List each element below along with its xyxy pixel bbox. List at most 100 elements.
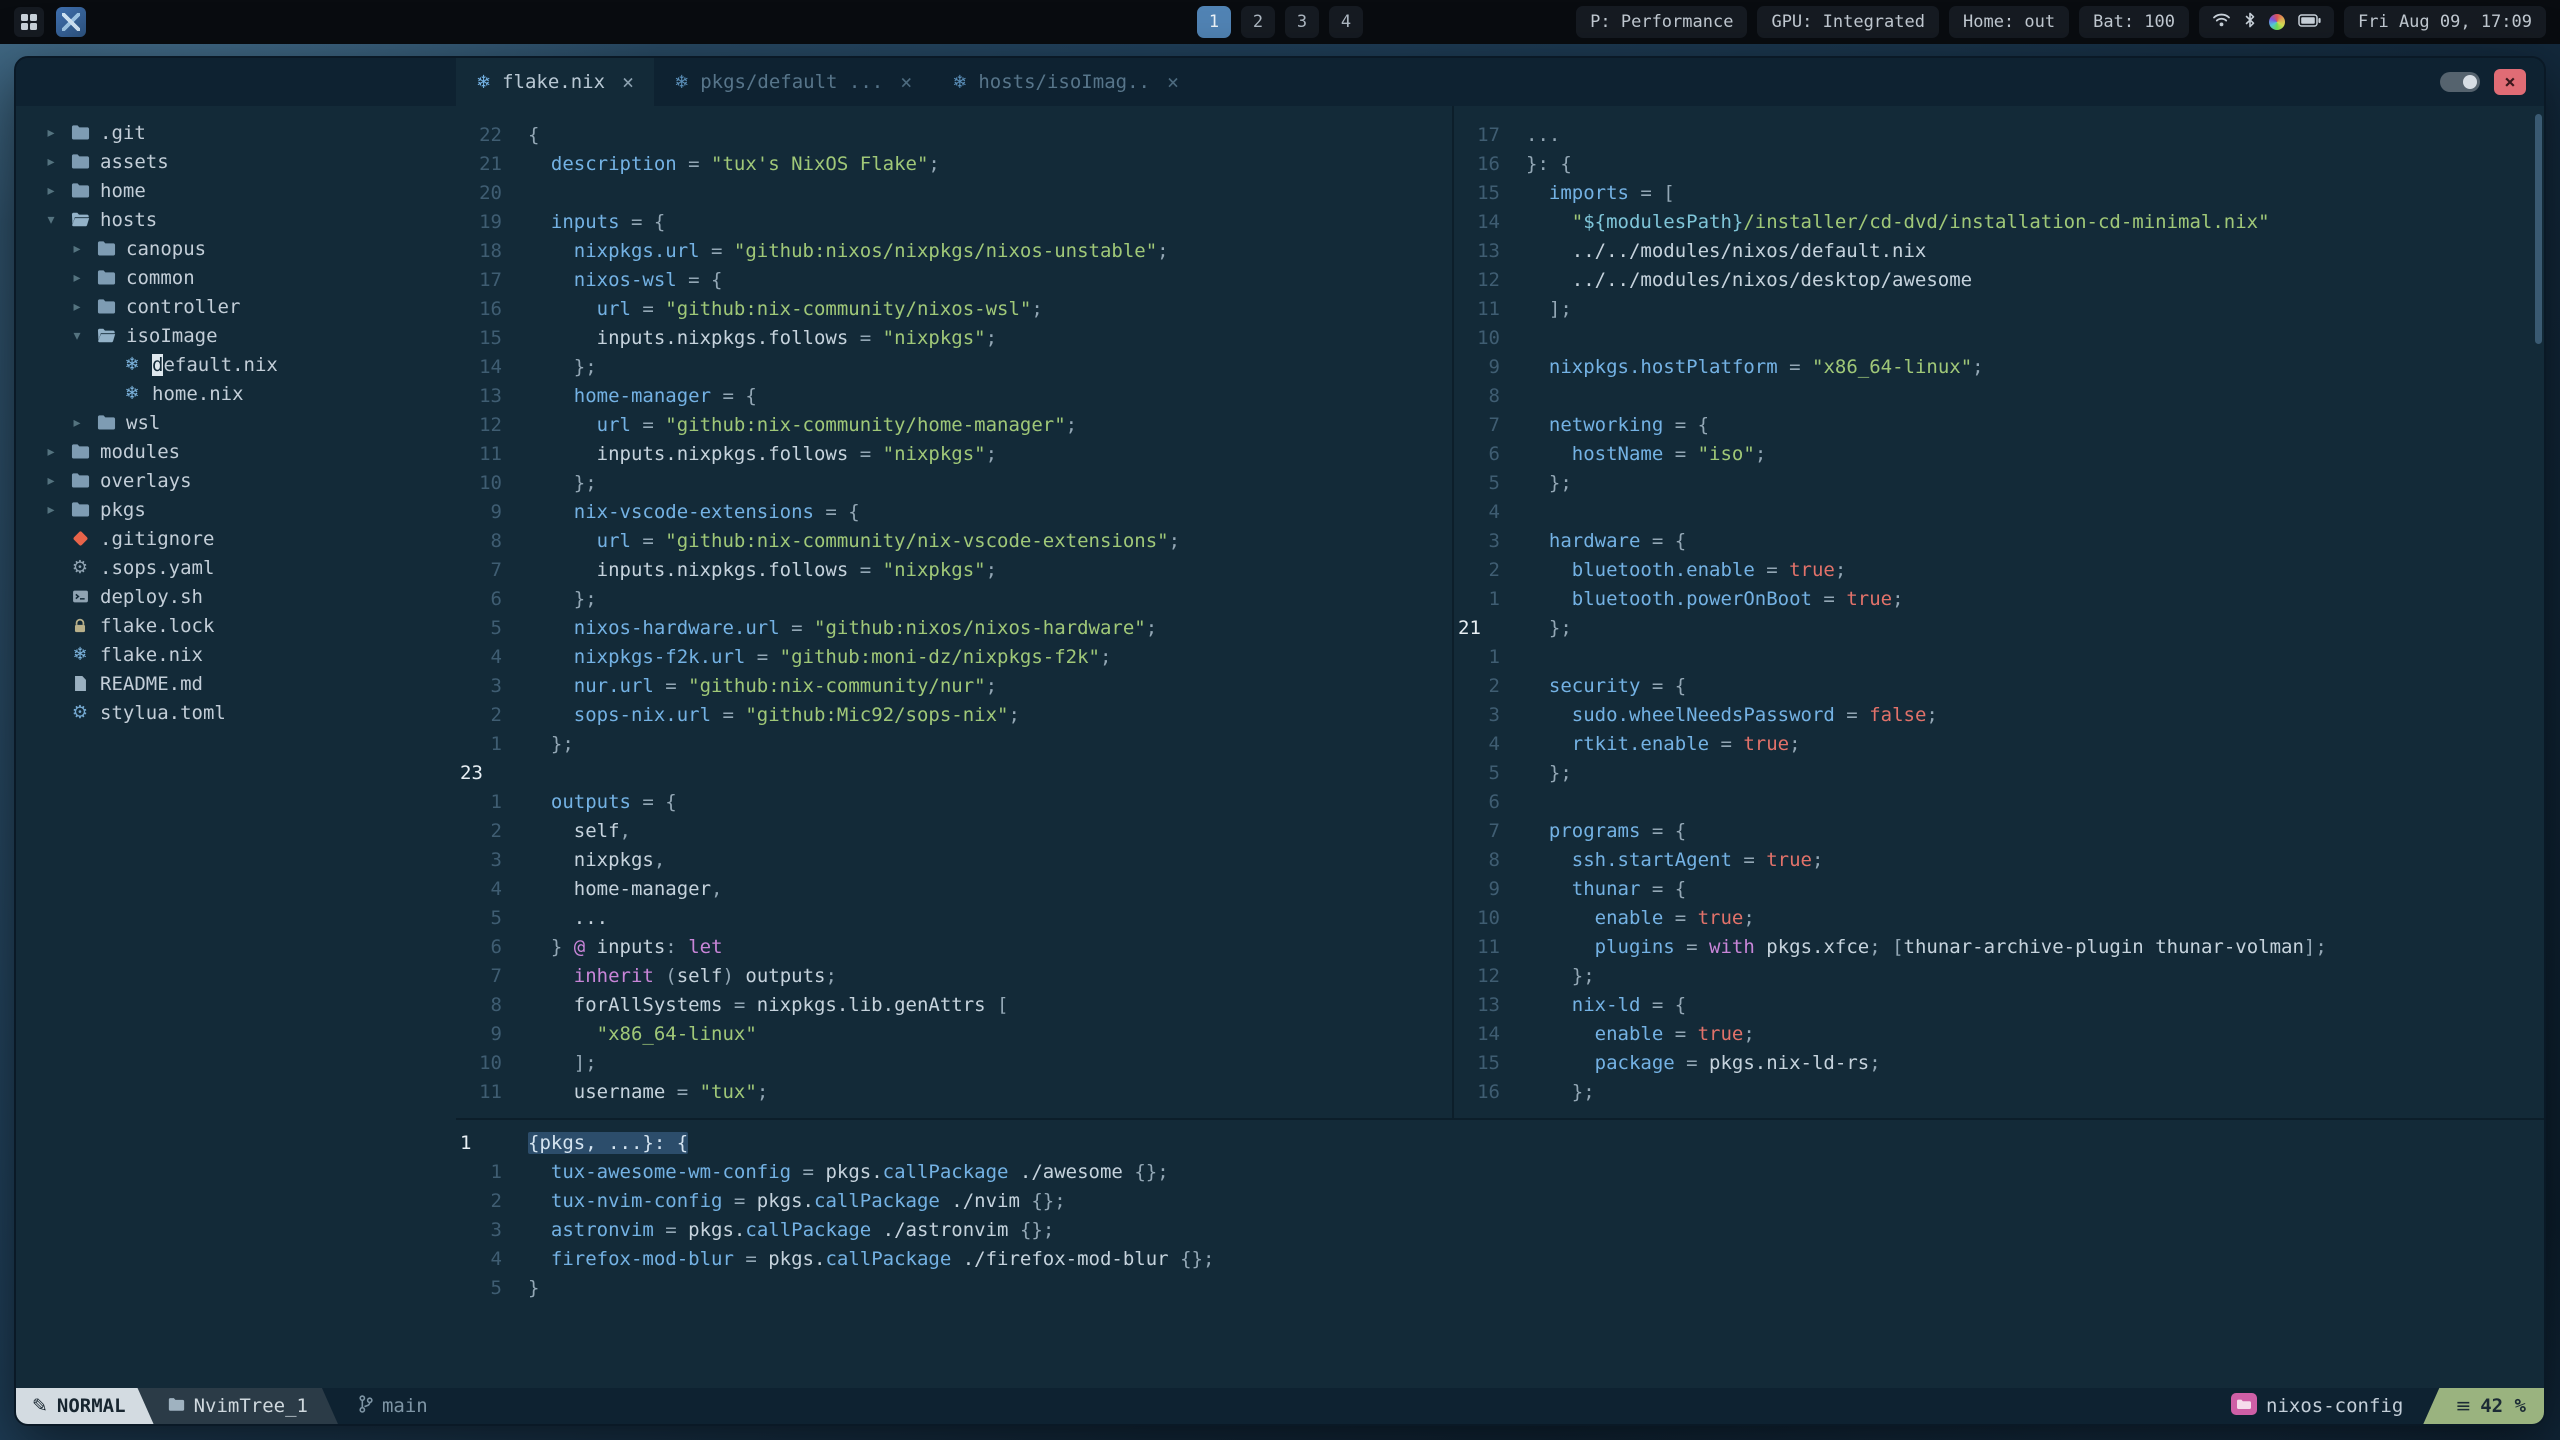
editor-right[interactable]: 17... 16}: {15 imports = [14 "${modulesPa… [1454, 106, 2544, 1118]
editor-line[interactable]: 2 security = { [1454, 671, 2544, 700]
logo-icon[interactable] [56, 7, 86, 37]
battery-icon[interactable] [2298, 12, 2321, 32]
tab-close-icon[interactable]: × [622, 70, 634, 94]
wifi-icon[interactable] [2212, 12, 2231, 33]
editor-line[interactable]: 10 enable = true; [1454, 903, 2544, 932]
tree-item-hosts[interactable]: ▾ hosts [42, 205, 456, 234]
editor-line[interactable]: 1 outputs = { [456, 787, 1452, 816]
workspace-button-4[interactable]: 4 [1329, 6, 1363, 38]
editor-line[interactable]: 18 nixpkgs.url = "github:nixos/nixpkgs/n… [456, 236, 1452, 265]
editor-line[interactable]: 6 } @ inputs: let [456, 932, 1452, 961]
editor-line[interactable]: 11 inputs.nixpkgs.follows = "nixpkgs"; [456, 439, 1452, 468]
tree-item-stylua-toml[interactable]: ⚙ stylua.toml [42, 698, 456, 727]
tree-item-home[interactable]: ▸ home [42, 176, 456, 205]
tree-item-flake-nix[interactable]: ❄ flake.nix [42, 640, 456, 669]
editor-line[interactable]: 22 { [456, 120, 1452, 149]
chevron-right-icon[interactable]: ▸ [68, 299, 86, 315]
chevron-down-icon[interactable]: ▾ [68, 328, 86, 344]
editor-line[interactable]: 13 ../../modules/nixos/default.nix [1454, 236, 2544, 265]
editor-line[interactable]: 4 nixpkgs-f2k.url = "github:moni-dz/nixp… [456, 642, 1452, 671]
tree-item-default-nix[interactable]: ❄ default.nix [42, 350, 456, 379]
editor-line[interactable]: 4 [1454, 497, 2544, 526]
editor-line[interactable]: 7 inherit (self) outputs; [456, 961, 1452, 990]
tree-item-readme-md[interactable]: README.md [42, 669, 456, 698]
editor-line[interactable]: 7 inputs.nixpkgs.follows = "nixpkgs"; [456, 555, 1452, 584]
editor-line[interactable]: 13 nix-ld = { [1454, 990, 2544, 1019]
editor-line[interactable]: 8 forAllSystems = nixpkgs.lib.genAttrs [ [456, 990, 1452, 1019]
editor-line[interactable]: 3 hardware = { [1454, 526, 2544, 555]
editor-line[interactable]: 14 enable = true; [1454, 1019, 2544, 1048]
file-tree[interactable]: ▸ .git ▸ assets ▸ home ▾ hosts ▸ canopus ▸ common ▸ c… [16, 106, 456, 1388]
editor-line[interactable]: 9 "x86_64-linux" [456, 1019, 1452, 1048]
color-picker-icon[interactable] [2269, 14, 2285, 30]
editor-line[interactable]: 10 ]; [456, 1048, 1452, 1077]
editor-line[interactable]: 9 thunar = { [1454, 874, 2544, 903]
tree-item-wsl[interactable]: ▸ wsl [42, 408, 456, 437]
workspace-button-1[interactable]: 1 [1197, 6, 1231, 38]
tree-item-modules[interactable]: ▸ modules [42, 437, 456, 466]
editor-line[interactable]: 13 home-manager = { [456, 381, 1452, 410]
editor-line[interactable]: 16}: { [1454, 149, 2544, 178]
tree-item-deploy-sh[interactable]: deploy.sh [42, 582, 456, 611]
tab-close-icon[interactable]: × [900, 70, 912, 94]
tree-item-assets[interactable]: ▸ assets [42, 147, 456, 176]
tree-item-flake-lock[interactable]: flake.lock [42, 611, 456, 640]
tab-close-icon[interactable]: × [1167, 70, 1179, 94]
chevron-right-icon[interactable]: ▸ [42, 154, 60, 170]
tree-item-canopus[interactable]: ▸ canopus [42, 234, 456, 263]
editor-line[interactable]: 12 }; [1454, 961, 2544, 990]
editor-line[interactable]: 8 ssh.startAgent = true; [1454, 845, 2544, 874]
editor-line[interactable]: 6 [1454, 787, 2544, 816]
workspace-button-3[interactable]: 3 [1285, 6, 1319, 38]
editor-line[interactable]: 1 {pkgs, ...}: { [456, 1128, 2544, 1157]
editor-line[interactable]: 5} [456, 1273, 2544, 1302]
editor-line[interactable]: 3 astronvim = pkgs.callPackage ./astronv… [456, 1215, 2544, 1244]
tab-flake-nix[interactable]: ❄ flake.nix × [456, 58, 655, 106]
workspace-button-2[interactable]: 2 [1241, 6, 1275, 38]
editor-line[interactable]: 1 [1454, 642, 2544, 671]
chevron-right-icon[interactable]: ▸ [42, 183, 60, 199]
editor-line[interactable]: 6 hostName = "iso"; [1454, 439, 2544, 468]
editor-line[interactable]: 20 [456, 178, 1452, 207]
editor-line[interactable]: 2 tux-nvim-config = pkgs.callPackage ./n… [456, 1186, 2544, 1215]
editor-line[interactable]: 4 rtkit.enable = true; [1454, 729, 2544, 758]
editor-line[interactable]: 7 programs = { [1454, 816, 2544, 845]
editor-line[interactable]: 21 description = "tux's NixOS Flake"; [456, 149, 1452, 178]
tree-item-git[interactable]: ▸ .git [42, 118, 456, 147]
window-close-button[interactable]: × [2494, 69, 2526, 95]
tab-hosts-isoimag[interactable]: ❄ hosts/isoImag.. × [932, 58, 1199, 106]
chevron-right-icon[interactable]: ▸ [42, 473, 60, 489]
tree-item-home-nix[interactable]: ❄ home.nix [42, 379, 456, 408]
scrollbar[interactable] [2535, 114, 2542, 344]
tree-item-gitignore[interactable]: .gitignore [42, 524, 456, 553]
editor-bottom[interactable]: 1 {pkgs, ...}: {1 tux-awesome-wm-config =… [456, 1118, 2544, 1388]
editor-line[interactable]: 21 }; [1454, 613, 2544, 642]
app-launcher-icon[interactable] [14, 7, 44, 37]
editor-line[interactable]: 4 firefox-mod-blur = pkgs.callPackage ./… [456, 1244, 2544, 1273]
editor-line[interactable]: 23 [456, 758, 1452, 787]
editor-line[interactable]: 1 bluetooth.powerOnBoot = true; [1454, 584, 2544, 613]
editor-line[interactable]: 11 ]; [1454, 294, 2544, 323]
editor-line[interactable]: 15 imports = [ [1454, 178, 2544, 207]
editor-line[interactable]: 12 ../../modules/nixos/desktop/awesome [1454, 265, 2544, 294]
editor-line[interactable]: 4 home-manager, [456, 874, 1452, 903]
editor-line[interactable]: 14 }; [456, 352, 1452, 381]
editor-line[interactable]: 5 nixos-hardware.url = "github:nixos/nix… [456, 613, 1452, 642]
editor-line[interactable]: 17 nixos-wsl = { [456, 265, 1452, 294]
chevron-right-icon[interactable]: ▸ [42, 444, 60, 460]
tree-item-pkgs[interactable]: ▸ pkgs [42, 495, 456, 524]
editor-line[interactable]: 16 url = "github:nix-community/nixos-wsl… [456, 294, 1452, 323]
chevron-right-icon[interactable]: ▸ [68, 270, 86, 286]
editor-line[interactable]: 11 plugins = with pkgs.xfce; [thunar-arc… [1454, 932, 2544, 961]
editor-line[interactable]: 7 networking = { [1454, 410, 2544, 439]
editor-line[interactable]: 5 ... [456, 903, 1452, 932]
tree-item-sops-yaml[interactable]: ⚙ .sops.yaml [42, 553, 456, 582]
editor-line[interactable]: 2 sops-nix.url = "github:Mic92/sops-nix"… [456, 700, 1452, 729]
editor-line[interactable]: 1 }; [456, 729, 1452, 758]
chevron-right-icon[interactable]: ▸ [68, 241, 86, 257]
editor-line[interactable]: 14 "${modulesPath}/installer/cd-dvd/inst… [1454, 207, 2544, 236]
tree-item-controller[interactable]: ▸ controller [42, 292, 456, 321]
editor-line[interactable]: 15 inputs.nixpkgs.follows = "nixpkgs"; [456, 323, 1452, 352]
tree-item-overlays[interactable]: ▸ overlays [42, 466, 456, 495]
editor-line[interactable]: 5 }; [1454, 468, 2544, 497]
